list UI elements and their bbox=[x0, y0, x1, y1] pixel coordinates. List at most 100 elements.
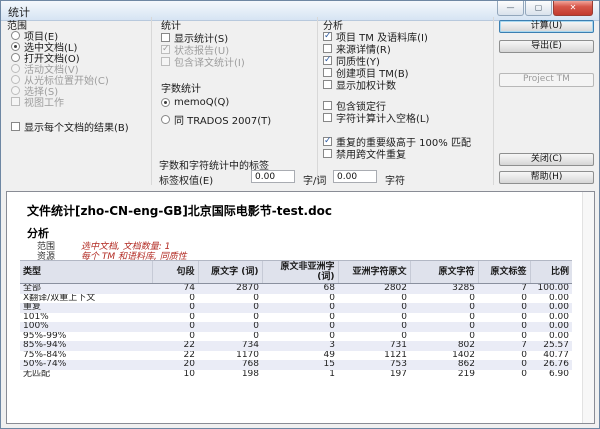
table-cell: 15 bbox=[323, 360, 335, 369]
table-cell: 0 bbox=[401, 322, 407, 331]
checkbox-icon bbox=[323, 55, 332, 65]
table-cell: 0 bbox=[189, 293, 195, 303]
table-cell: 0 bbox=[469, 322, 475, 331]
table-header-cell: 比例 bbox=[529, 260, 572, 284]
table-cell: 0 bbox=[521, 360, 527, 369]
radio-icon bbox=[11, 53, 20, 62]
table-row: 100% 0 0 0 0 0 0 0.00 bbox=[20, 322, 572, 332]
export-button[interactable]: 导出(E) bbox=[499, 40, 594, 53]
analysis-option-label: 显示加权计数 bbox=[336, 81, 396, 92]
radio-icon bbox=[11, 86, 20, 95]
table-header-cell: 原文字符 bbox=[409, 260, 478, 284]
table-cell: 0 bbox=[521, 322, 527, 331]
table-cell: 0 bbox=[189, 303, 195, 312]
table-cell: 全部 bbox=[23, 283, 42, 293]
table-cell: 22 bbox=[183, 341, 195, 350]
table-cell: 0 bbox=[329, 331, 335, 341]
wordcount-option[interactable]: 同 TRADOS 2007(T) bbox=[161, 114, 271, 127]
analysis-option[interactable]: 字符计算计入空格(L) bbox=[323, 112, 429, 125]
analysis-option-label: 禁用跨文件重复 bbox=[336, 150, 406, 161]
close-button[interactable]: 关闭(C) bbox=[499, 153, 594, 166]
statistics-option: 包含译文统计(I) bbox=[161, 56, 245, 69]
table-cell: 26.76 bbox=[543, 360, 569, 369]
table-cell: 0 bbox=[401, 293, 407, 303]
table-cell: 100.00 bbox=[537, 283, 570, 293]
table-cell: 0 bbox=[253, 303, 259, 312]
table-cell: 802 bbox=[457, 341, 475, 350]
calculate-button[interactable]: 计算(U) bbox=[499, 20, 594, 33]
project-tm-button: Project TM bbox=[499, 73, 594, 87]
table-cell: 6.90 bbox=[548, 369, 569, 379]
wordcount-option[interactable]: memoQ(Q) bbox=[161, 97, 271, 108]
radio-icon bbox=[161, 115, 170, 124]
table-cell: 85%-94% bbox=[23, 341, 67, 350]
table-cell: 75%-84% bbox=[23, 350, 67, 360]
table-cell: 49 bbox=[323, 350, 335, 360]
close-icon[interactable]: ✕ bbox=[553, 1, 593, 16]
checkbox-icon bbox=[161, 57, 170, 66]
table-cell: 0 bbox=[401, 303, 407, 312]
analysis-options-c: 重复的重要级高于 100% 匹配禁用跨文件重复 bbox=[323, 136, 471, 161]
tag-weight-words-input[interactable] bbox=[251, 170, 295, 183]
table-cell: 68 bbox=[323, 283, 335, 293]
table-cell: 0 bbox=[329, 322, 335, 331]
table-cell: 753 bbox=[389, 360, 407, 369]
table-cell: 0.00 bbox=[548, 322, 569, 331]
results-panel: 文件统计[zho-CN-eng-GB]北京国际电影节-test.doc 分析 范… bbox=[6, 191, 595, 424]
wordcount-options: memoQ(Q) 同 TRADOS 2007(T) bbox=[161, 97, 271, 131]
table-cell: 7 bbox=[521, 283, 527, 293]
table-cell: 1121 bbox=[384, 350, 407, 360]
checkbox-icon bbox=[11, 97, 20, 106]
statistics-options: 显示统计(S)状态报告(U)包含译文统计(I) bbox=[161, 32, 245, 69]
table-row: 全部 74 2870 68 2802 3285 7 100.00 bbox=[20, 283, 572, 294]
tag-weight-label: 标签权值(E) bbox=[159, 176, 214, 187]
checkbox-icon bbox=[323, 68, 332, 77]
tag-weight-chars-input[interactable] bbox=[333, 170, 377, 183]
table-cell: 0 bbox=[521, 369, 527, 379]
table-cell: 20 bbox=[183, 360, 195, 369]
statistics-option-label: 包含译文统计(I) bbox=[174, 58, 245, 69]
results-scrollbar[interactable] bbox=[582, 192, 594, 423]
table-cell: 0 bbox=[329, 303, 335, 312]
table-row: 101% 0 0 0 0 0 0 0.00 bbox=[20, 312, 572, 322]
show-results-option[interactable]: 显示每个文档的结果(B) bbox=[11, 121, 129, 134]
scope-option-label: 视图工作 bbox=[24, 98, 64, 109]
window-titlebar[interactable]: 统计 — ▢ ✕ bbox=[1, 1, 599, 21]
table-cell: 0 bbox=[521, 312, 527, 322]
radio-icon bbox=[11, 31, 20, 40]
checkbox-icon bbox=[11, 122, 20, 131]
table-header-cell: 句段 bbox=[151, 260, 198, 284]
table-header-cell: 原文字 (词) bbox=[197, 260, 262, 284]
analysis-option[interactable]: 显示加权计数 bbox=[323, 79, 428, 92]
table-row: 85%-94% 22 734 3 731 802 7 25.57 bbox=[20, 341, 572, 351]
maximize-icon[interactable]: ▢ bbox=[525, 1, 552, 16]
table-cell: 0 bbox=[469, 293, 475, 303]
table-cell: 0 bbox=[329, 293, 335, 303]
table-header-cell: 类型 bbox=[20, 260, 152, 284]
table-cell: 0 bbox=[253, 322, 259, 331]
table-cell: 25.57 bbox=[543, 341, 569, 350]
table-cell: 1 bbox=[329, 369, 335, 379]
analysis-option[interactable]: 禁用跨文件重复 bbox=[323, 148, 471, 161]
analysis-options-a: 项目 TM 及语料库(I)来源详情(R)同质性(Y)创建项目 TM(B)显示加权… bbox=[323, 31, 428, 92]
minimize-icon[interactable]: — bbox=[497, 1, 524, 16]
divider bbox=[317, 17, 318, 185]
table-cell: 40.77 bbox=[543, 350, 569, 360]
radio-icon bbox=[161, 98, 170, 107]
report-title: 文件统计[zho-CN-eng-GB]北京国际电影节-test.doc bbox=[27, 204, 333, 218]
statistics-report-table: 类型 句段 原文字 (词) 原文非亚洲字 (词) 亚洲字符原文 原文字符 原文标签 比例 全部 7… bbox=[20, 260, 572, 379]
table-cell: 219 bbox=[457, 369, 475, 379]
table-cell: 0.00 bbox=[548, 331, 569, 341]
show-results-option: 显示每个文档的结果(B) bbox=[11, 121, 129, 134]
tag-weight-words-unit: 字/词 bbox=[303, 176, 327, 187]
table-cell: 0 bbox=[469, 331, 475, 341]
checkbox-icon bbox=[161, 33, 170, 42]
table-cell: 0.00 bbox=[548, 293, 569, 303]
table-row: 无匹配 10 198 1 197 219 0 6.90 bbox=[20, 369, 572, 379]
radio-icon bbox=[11, 75, 20, 84]
table-cell: 0 bbox=[521, 331, 527, 341]
checkbox-icon bbox=[323, 101, 332, 110]
help-button[interactable]: 帮助(H) bbox=[499, 171, 594, 184]
table-cell: X翻译/双重上下文 bbox=[23, 293, 96, 303]
analysis-options-b: 包含锁定行 字符计算计入空格(L) bbox=[323, 100, 429, 125]
